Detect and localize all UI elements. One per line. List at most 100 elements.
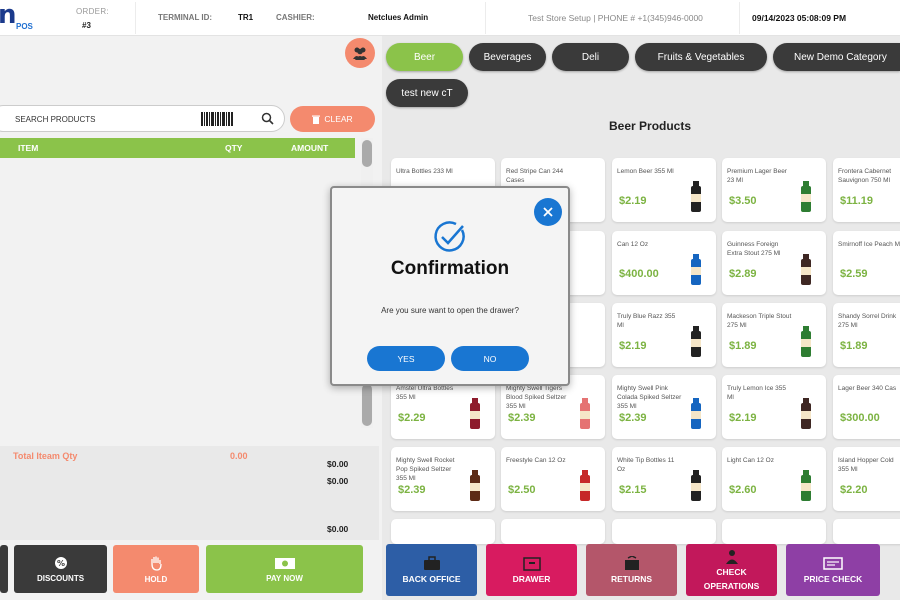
product-name: Mighty Swell Tigers Blood Spiked Seltzer… (506, 385, 567, 410)
store-info: Test Store Setup | PHONE # +1(345)946-00… (486, 2, 740, 34)
product-name: White Tip Bottles 11 Oz (617, 457, 675, 473)
check-operations-button[interactable]: CHECK OPERATIONS (686, 544, 777, 596)
product-image-icon (801, 398, 811, 429)
cash-icon (274, 557, 295, 569)
discounts-button[interactable]: % DISCOUNTS (14, 545, 107, 593)
hand-icon (151, 556, 162, 571)
product-price: $1.89 (840, 340, 868, 352)
pay-now-button[interactable]: PAY NOW (206, 545, 363, 593)
trash-icon (312, 115, 321, 124)
cart-table-header: ITEM QTY AMOUNT (0, 138, 355, 158)
product-name: Red Stripe Can 244 Cases (506, 168, 564, 184)
returns-icon (624, 555, 639, 570)
confirmation-dialog: Confirmation Are you sure want to open t… (330, 186, 570, 386)
product-card[interactable]: Island Hopper Cold 355 Ml $2.20 (833, 447, 900, 511)
category-new-demo[interactable]: New Demo Category (773, 43, 900, 71)
product-price: $2.20 (840, 484, 868, 496)
datetime: 09/14/2023 05:08:09 PM (752, 13, 847, 23)
product-card[interactable]: Guinness Foreign Extra Stout 275 Ml $2.89 (722, 231, 826, 295)
product-card[interactable] (833, 519, 900, 544)
product-price: $2.39 (508, 412, 536, 424)
search-icon[interactable] (261, 112, 274, 125)
product-card[interactable]: Light Can 12 Oz $2.60 (722, 447, 826, 511)
product-card[interactable]: Truly Blue Razz 355 Ml $2.19 (612, 303, 716, 367)
product-card[interactable]: Can 12 Oz $400.00 (612, 231, 716, 295)
col-qty: QTY (225, 143, 243, 153)
product-name: Ultra Bottles 233 Ml (396, 168, 453, 175)
price-check-button[interactable]: PRICE CHECK (786, 544, 880, 596)
total-qty-value: 0.00 (230, 451, 248, 461)
scrollbar-thumb-lower[interactable] (362, 384, 372, 426)
product-card[interactable]: Mighty Swell Pink Colada Spiked Seltzer … (612, 375, 716, 439)
product-name: Shandy Sorrel Drink 275 Ml (838, 313, 897, 329)
product-card[interactable]: Lager Beer 340 Cas $300.00 (833, 375, 900, 439)
product-card[interactable] (612, 519, 716, 544)
app-logo: n POS (0, 0, 33, 31)
product-price: $300.00 (840, 412, 880, 424)
category-deli[interactable]: Deli (552, 43, 629, 71)
product-price: $400.00 (619, 268, 659, 280)
category-fruits-vegetables[interactable]: Fruits & Vegetables (635, 43, 767, 71)
product-price: $2.59 (840, 268, 868, 280)
product-name: Lager Beer 340 Cas (838, 385, 897, 392)
product-price: $2.19 (619, 195, 647, 207)
product-card[interactable]: Lemon Beer 355 Ml $2.19 (612, 158, 716, 222)
category-test-new-ct[interactable]: test new cT (386, 79, 468, 107)
clear-button[interactable]: CLEAR (290, 106, 375, 132)
product-name: Frontera Cabernet Sauvignon 750 Ml (838, 168, 892, 184)
product-card[interactable]: Truly Lemon Ice 355 Ml $2.19 (722, 375, 826, 439)
product-card[interactable] (391, 519, 495, 544)
product-price: $2.15 (619, 484, 647, 496)
cart-totals: Total Iteam Qty 0.00 $0.00 $0.00 $0.00 (0, 446, 379, 540)
hold-button[interactable]: HOLD (113, 545, 199, 593)
category-beer[interactable]: Beer (386, 43, 463, 71)
total-qty-label: Total Iteam Qty (13, 451, 78, 461)
product-name: Guinness Foreign Extra Stout 275 Ml (727, 241, 781, 257)
product-card[interactable]: Premium Lager Beer 23 Ml $3.50 (722, 158, 826, 222)
dialog-message: Are you sure want to open the drawer? (381, 306, 519, 315)
customers-button[interactable] (345, 38, 375, 68)
amount-2: $0.00 (327, 476, 349, 486)
order-info: ORDER: #3 (40, 2, 136, 34)
product-card[interactable]: Frontera Cabernet Sauvignon 750 Ml $11.19 (833, 158, 900, 222)
left-action-button[interactable] (0, 545, 8, 593)
product-image-icon (470, 470, 480, 501)
no-button[interactable]: NO (451, 346, 529, 371)
product-image-icon (801, 181, 811, 212)
product-image-icon (801, 470, 811, 501)
product-card[interactable]: Mackeson Triple Stout 275 Ml $1.89 (722, 303, 826, 367)
product-card[interactable] (722, 519, 826, 544)
search-products[interactable]: SEARCH PRODUCTS (0, 105, 285, 132)
person-icon (725, 549, 738, 564)
returns-button[interactable]: RETURNS (586, 544, 677, 596)
back-office-button[interactable]: BACK OFFICE (386, 544, 477, 596)
cashier-label: CASHIER: (276, 13, 315, 22)
product-card[interactable]: Smirnoff Ice Peach Ml $2.59 (833, 231, 900, 295)
product-card[interactable]: White Tip Bottles 11 Oz $2.15 (612, 447, 716, 511)
product-price: $2.29 (398, 412, 426, 424)
scrollbar-thumb[interactable] (362, 140, 372, 167)
drawer-button[interactable]: DRAWER (486, 544, 577, 596)
product-price: $2.19 (729, 412, 757, 424)
product-card[interactable]: Shandy Sorrel Drink 275 Ml $1.89 (833, 303, 900, 367)
product-card[interactable]: Mighty Swell Rocket Pop Spiked Seltzer 3… (391, 447, 495, 511)
product-image-icon (801, 254, 811, 285)
product-name: Amstel Ultra Bottles 355 Ml (396, 385, 454, 401)
close-button[interactable] (534, 198, 562, 226)
product-card[interactable]: Freestyle Can 12 Oz $2.50 (501, 447, 605, 511)
drawer-icon (522, 556, 541, 571)
category-beverages[interactable]: Beverages (469, 43, 546, 71)
product-price: $2.19 (619, 340, 647, 352)
top-header: n POS ORDER: #3 TERMINAL ID: TR1 CASHIER… (0, 0, 900, 36)
product-image-icon (691, 326, 701, 357)
yes-button[interactable]: YES (367, 346, 445, 371)
amount-1: $0.00 (327, 459, 349, 469)
product-image-icon (470, 398, 480, 429)
barcode-icon[interactable] (201, 112, 233, 126)
product-card[interactable] (501, 519, 605, 544)
discount-icon: % (54, 556, 67, 569)
amount-total: $0.00 (327, 524, 349, 534)
col-amount: AMOUNT (291, 143, 329, 153)
search-input[interactable]: SEARCH PRODUCTS (15, 115, 95, 124)
product-name: Freestyle Can 12 Oz (506, 457, 566, 464)
